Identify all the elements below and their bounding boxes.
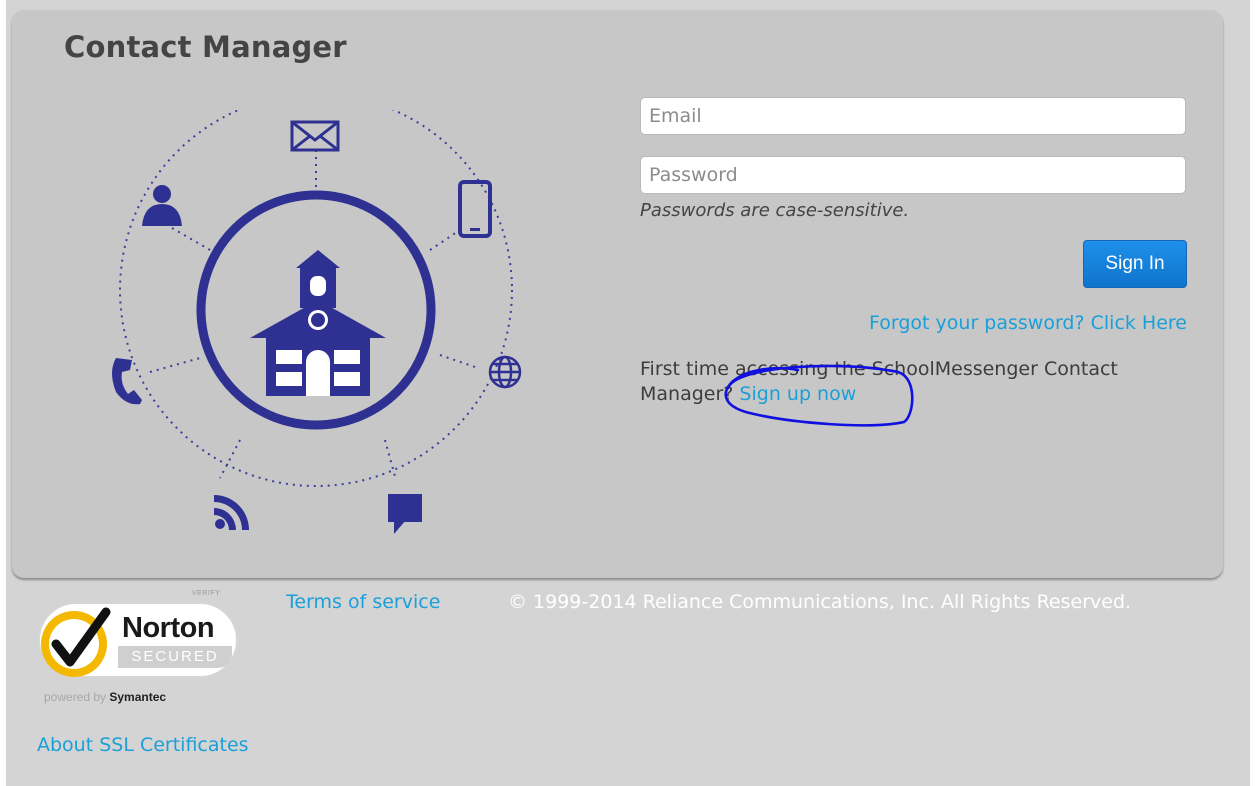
password-hint: Passwords are case-sensitive. [640,200,910,221]
checkmark-icon [41,607,111,677]
email-input[interactable] [640,97,1186,135]
schoolhouse-icon [250,250,386,396]
about-ssl-certificates-link[interactable]: About SSL Certificates [37,734,249,756]
sign-in-button[interactable]: Sign In [1083,240,1187,288]
copyright-text: © 1999-2014 Reliance Communications, Inc… [508,591,1132,613]
norton-brand: Norton [122,612,215,644]
symantec-brand: Symantec [109,690,167,704]
globe-icon [488,355,522,389]
first-time-message: First time accessing the SchoolMessenger… [640,357,1200,407]
page-title: Contact Manager [64,30,347,64]
envelope-icon [290,120,340,152]
person-icon [142,185,182,226]
password-input[interactable] [640,156,1186,194]
telephone-icon [112,358,142,405]
terms-of-service-link[interactable]: Terms of service [286,591,440,613]
sign-up-link[interactable]: Sign up now [739,383,856,405]
norton-secured-seal[interactable]: VERIFY Norton SECURED powered by Symante… [34,588,244,708]
first-time-text: First time accessing the SchoolMessenger… [640,358,1118,405]
norton-powered-by: powered by Symantec [44,690,166,704]
mobile-phone-icon [458,180,492,238]
norton-verify-label: VERIFY [192,590,221,597]
forgot-password-link[interactable]: Forgot your password? Click Here [869,312,1187,334]
rss-icon [214,495,249,530]
norton-secured-label: SECURED [118,646,232,668]
powered-by-prefix: powered by [44,690,110,704]
chat-bubble-icon [388,494,422,534]
communication-illustration [112,110,522,534]
